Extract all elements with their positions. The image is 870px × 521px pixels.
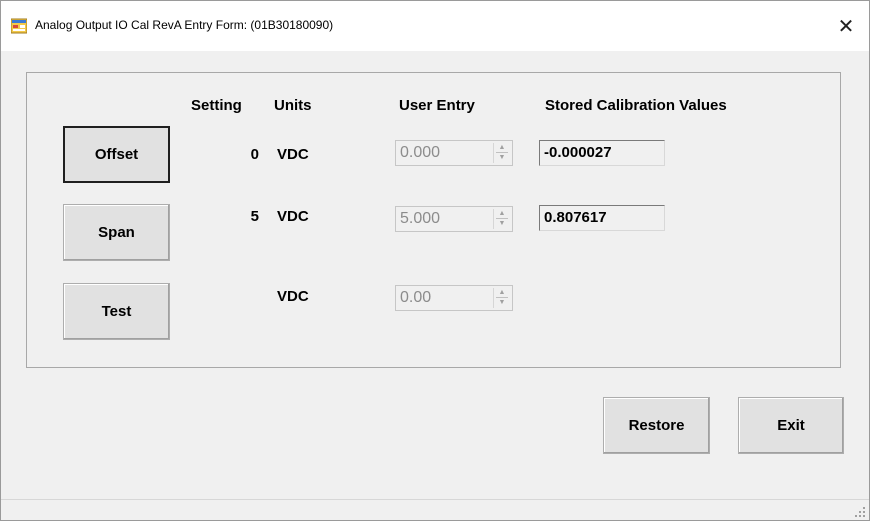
test-button-label: Test	[101, 303, 132, 320]
offset-user-entry-value: 0.000	[400, 144, 441, 161]
spin-up-icon[interactable]: ▲	[497, 209, 507, 218]
span-button[interactable]: Span	[63, 204, 170, 261]
test-user-entry-spinner[interactable]: 0.00 ▲ ▼	[395, 285, 513, 311]
exit-button-label: Exit	[777, 417, 805, 434]
test-units: VDC	[277, 288, 309, 305]
calibration-window: Analog Output IO Cal RevA Entry Form: (0…	[0, 0, 870, 521]
offset-stored-value: -0.000027	[539, 140, 665, 166]
close-icon: ✕	[837, 15, 855, 38]
restore-button[interactable]: Restore	[603, 397, 710, 454]
close-button[interactable]: ✕	[823, 1, 869, 51]
offset-setting: 0	[250, 146, 259, 163]
header-user-entry: User Entry	[399, 97, 475, 114]
span-units: VDC	[277, 208, 309, 225]
window-title: Analog Output IO Cal RevA Entry Form: (0…	[35, 18, 334, 32]
status-bar	[1, 499, 869, 520]
resize-grip-icon[interactable]	[854, 506, 866, 518]
offset-user-entry-spinner[interactable]: 0.000 ▲ ▼	[395, 140, 513, 166]
test-button[interactable]: Test	[63, 283, 170, 340]
restore-button-label: Restore	[628, 417, 685, 434]
offset-button-label: Offset	[94, 146, 139, 163]
span-setting: 5	[250, 208, 259, 225]
test-user-entry-value: 0.00	[400, 289, 432, 306]
span-button-label: Span	[98, 224, 135, 241]
spin-arrows[interactable]: ▲ ▼	[493, 143, 510, 163]
offset-button[interactable]: Offset	[63, 126, 170, 183]
header-units: Units	[274, 97, 312, 114]
header-stored-values: Stored Calibration Values	[545, 97, 727, 114]
span-user-entry-value: 5.000	[400, 210, 441, 227]
spin-up-icon[interactable]: ▲	[497, 288, 507, 297]
spin-down-icon[interactable]: ▼	[497, 219, 507, 228]
span-user-entry-spinner[interactable]: 5.000 ▲ ▼	[395, 206, 513, 232]
window-app-icon	[11, 18, 27, 34]
spin-arrows[interactable]: ▲ ▼	[493, 288, 510, 308]
offset-units: VDC	[277, 146, 309, 163]
exit-button[interactable]: Exit	[738, 397, 844, 454]
title-bar[interactable]: Analog Output IO Cal RevA Entry Form: (0…	[1, 1, 869, 51]
spin-down-icon[interactable]: ▼	[497, 153, 507, 162]
spin-arrows[interactable]: ▲ ▼	[493, 209, 510, 229]
header-setting: Setting	[191, 97, 242, 114]
spin-down-icon[interactable]: ▼	[497, 298, 507, 307]
span-stored-value: 0.807617	[539, 205, 665, 231]
spin-up-icon[interactable]: ▲	[497, 143, 507, 152]
